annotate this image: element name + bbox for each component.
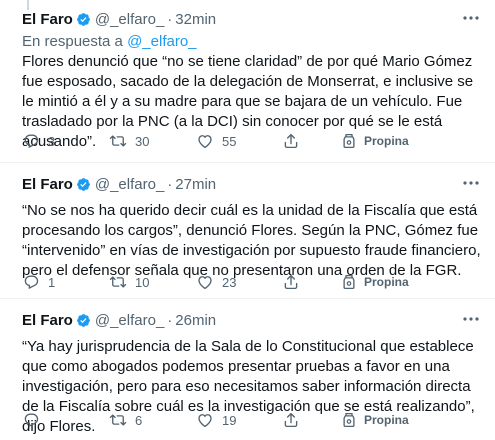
verified-badge-icon [76, 177, 90, 191]
reply-icon [24, 275, 39, 290]
more-options-icon [463, 317, 479, 321]
more-options-button[interactable] [461, 311, 481, 327]
reply-mention-link[interactable]: @_elfaro_ [127, 33, 196, 50]
tip-button[interactable]: Propina [340, 131, 409, 151]
share-icon [284, 412, 298, 428]
author-name[interactable]: El Faro [22, 312, 73, 329]
tweet-1[interactable]: El Faro @_elfaro_ · 32min En respuesta a… [0, 0, 495, 163]
tweet-header: El Faro @_elfaro_ · 32min [22, 10, 216, 28]
timestamp[interactable]: 26min [175, 312, 216, 329]
verified-badge-icon [76, 12, 90, 26]
retweet-count: 10 [135, 274, 150, 290]
reply-button[interactable] [22, 410, 48, 430]
retweet-button[interactable]: 10 [109, 272, 149, 292]
author-name[interactable]: El Faro [22, 176, 73, 193]
author-handle[interactable]: @_elfaro_ [95, 11, 164, 28]
tip-jar-icon [343, 133, 355, 149]
like-count: 55 [222, 133, 237, 149]
tip-jar-icon [343, 412, 355, 428]
reply-count: 1 [48, 274, 56, 290]
author-name[interactable]: El Faro [22, 11, 73, 28]
retweet-button[interactable]: 6 [109, 410, 142, 430]
tweet-header: El Faro @_elfaro_ · 27min [22, 175, 216, 193]
tweet-3[interactable]: El Faro @_elfaro_ · 26min “Ya hay jurisp… [0, 299, 495, 440]
separator-dot: · [167, 175, 173, 193]
share-button[interactable] [282, 410, 300, 430]
like-icon [198, 135, 212, 149]
like-button[interactable]: 19 [196, 410, 236, 430]
share-icon [284, 133, 298, 149]
author-handle[interactable]: @_elfaro_ [95, 176, 164, 193]
more-options-button[interactable] [461, 175, 481, 191]
tip-label: Propina [364, 134, 409, 148]
reply-icon [24, 413, 39, 428]
like-button[interactable]: 23 [196, 272, 236, 292]
more-options-icon [463, 181, 479, 185]
separator-dot: · [167, 311, 173, 329]
tip-button[interactable]: Propina [340, 410, 409, 430]
tweet-actions: 3 30 55 Propina [22, 131, 484, 151]
tweet-header: El Faro @_elfaro_ · 26min [22, 311, 216, 329]
retweet-button[interactable]: 30 [109, 131, 149, 151]
tweet-text: “No se nos ha querido decir cuál es la u… [22, 202, 481, 279]
like-count: 19 [222, 412, 237, 428]
retweet-icon [109, 414, 127, 426]
share-button[interactable] [282, 272, 300, 292]
author-handle[interactable]: @_elfaro_ [95, 312, 164, 329]
like-count: 23 [222, 274, 237, 290]
reply-context: En respuesta a @_elfaro_ [22, 33, 197, 50]
reply-prefix: En respuesta a [22, 33, 123, 50]
like-icon [198, 414, 212, 428]
retweet-icon [109, 135, 127, 147]
tip-label: Propina [364, 413, 409, 427]
timestamp[interactable]: 32min [175, 11, 216, 28]
more-options-button[interactable] [461, 10, 481, 26]
separator-dot: · [167, 10, 173, 28]
timestamp[interactable]: 27min [175, 176, 216, 193]
reply-count: 3 [48, 133, 56, 149]
tweet-actions: 6 19 Propina [22, 410, 484, 430]
more-options-icon [463, 16, 479, 20]
like-icon [198, 276, 212, 290]
tip-button[interactable]: Propina [340, 272, 409, 292]
share-icon [284, 274, 298, 290]
share-button[interactable] [282, 131, 300, 151]
tip-jar-icon [343, 274, 355, 290]
reply-button[interactable]: 3 [22, 131, 55, 151]
retweet-icon [109, 276, 127, 288]
retweet-count: 6 [135, 412, 143, 428]
thread-connector-line [27, 0, 29, 10]
reply-icon [24, 134, 39, 149]
verified-badge-icon [76, 313, 90, 327]
tip-label: Propina [364, 275, 409, 289]
tweet-actions: 1 10 23 Propina [22, 272, 484, 292]
like-button[interactable]: 55 [196, 131, 236, 151]
tweet-2[interactable]: El Faro @_elfaro_ · 27min “No se nos ha … [0, 163, 495, 299]
retweet-count: 30 [135, 133, 150, 149]
reply-button[interactable]: 1 [22, 272, 55, 292]
